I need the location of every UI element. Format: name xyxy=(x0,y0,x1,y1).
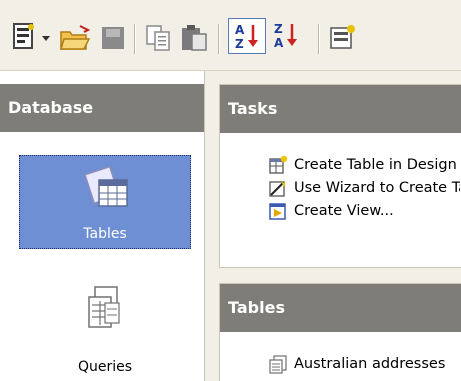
tasks-panel-title: Tasks xyxy=(220,85,461,133)
task-use-wizard[interactable]: Use Wizard to Create Table... xyxy=(268,177,460,199)
sort-descending-button[interactable]: Z A xyxy=(268,18,306,54)
toolbar-separator xyxy=(134,24,136,54)
task-create-view[interactable]: Create View... xyxy=(268,200,460,222)
create-table-icon xyxy=(269,155,288,174)
database-item-queries[interactable]: Queries xyxy=(19,281,191,375)
save-icon xyxy=(102,27,124,49)
task-label: Use Wizard to Create Table... xyxy=(294,180,460,196)
new-document-icon xyxy=(13,23,34,49)
svg-text:Z: Z xyxy=(274,22,283,36)
tables-panel-title: Tables xyxy=(220,284,461,332)
database-item-label: Tables xyxy=(83,226,127,242)
svg-text:A: A xyxy=(235,23,245,37)
svg-text:Z: Z xyxy=(235,37,244,51)
database-item-label: Queries xyxy=(77,359,133,375)
open-folder-icon xyxy=(59,25,91,50)
table-icon xyxy=(269,355,287,374)
sort-ascending-button[interactable]: A Z xyxy=(228,18,266,54)
tasks-panel: Tasks Create Table in Design View... Use… xyxy=(219,84,461,268)
create-view-icon xyxy=(269,203,286,220)
wizard-icon xyxy=(269,180,286,197)
database-panel-title: Database xyxy=(0,84,204,132)
database-item-tables[interactable]: Tables xyxy=(19,155,191,249)
form-button[interactable] xyxy=(328,22,358,54)
new-dropdown-button[interactable] xyxy=(40,22,52,54)
toolbar-separator xyxy=(318,24,320,54)
save-button[interactable] xyxy=(98,22,128,54)
copy-icon xyxy=(146,25,170,51)
toolbar: A Z Z A xyxy=(0,0,461,71)
content-pane: Tasks Create Table in Design View... Use… xyxy=(205,71,461,381)
svg-text:A: A xyxy=(274,36,284,50)
task-label: Create Table in Design View... xyxy=(294,157,460,173)
paste-icon xyxy=(182,25,207,51)
open-button[interactable] xyxy=(58,22,92,54)
task-label: Create View... xyxy=(294,203,394,219)
copy-button[interactable] xyxy=(144,22,174,54)
paste-button[interactable] xyxy=(178,22,210,54)
tables-icon xyxy=(84,166,128,207)
queries-icon xyxy=(88,286,120,328)
table-item-australian-addresses[interactable]: Australian addresses xyxy=(268,353,460,375)
tables-panel: Tables Australian addresses xyxy=(219,283,461,381)
toolbar-separator xyxy=(218,24,220,54)
table-item-label: Australian addresses xyxy=(294,356,446,372)
dropdown-arrow-icon xyxy=(42,36,50,41)
form-icon xyxy=(330,25,355,49)
sort-ascending-icon: A Z xyxy=(235,23,258,51)
task-create-table[interactable]: Create Table in Design View... xyxy=(268,154,460,176)
new-document-button[interactable] xyxy=(10,22,38,54)
database-panel: Database Tables Queries xyxy=(0,71,205,381)
sort-descending-icon: Z A xyxy=(274,22,297,50)
